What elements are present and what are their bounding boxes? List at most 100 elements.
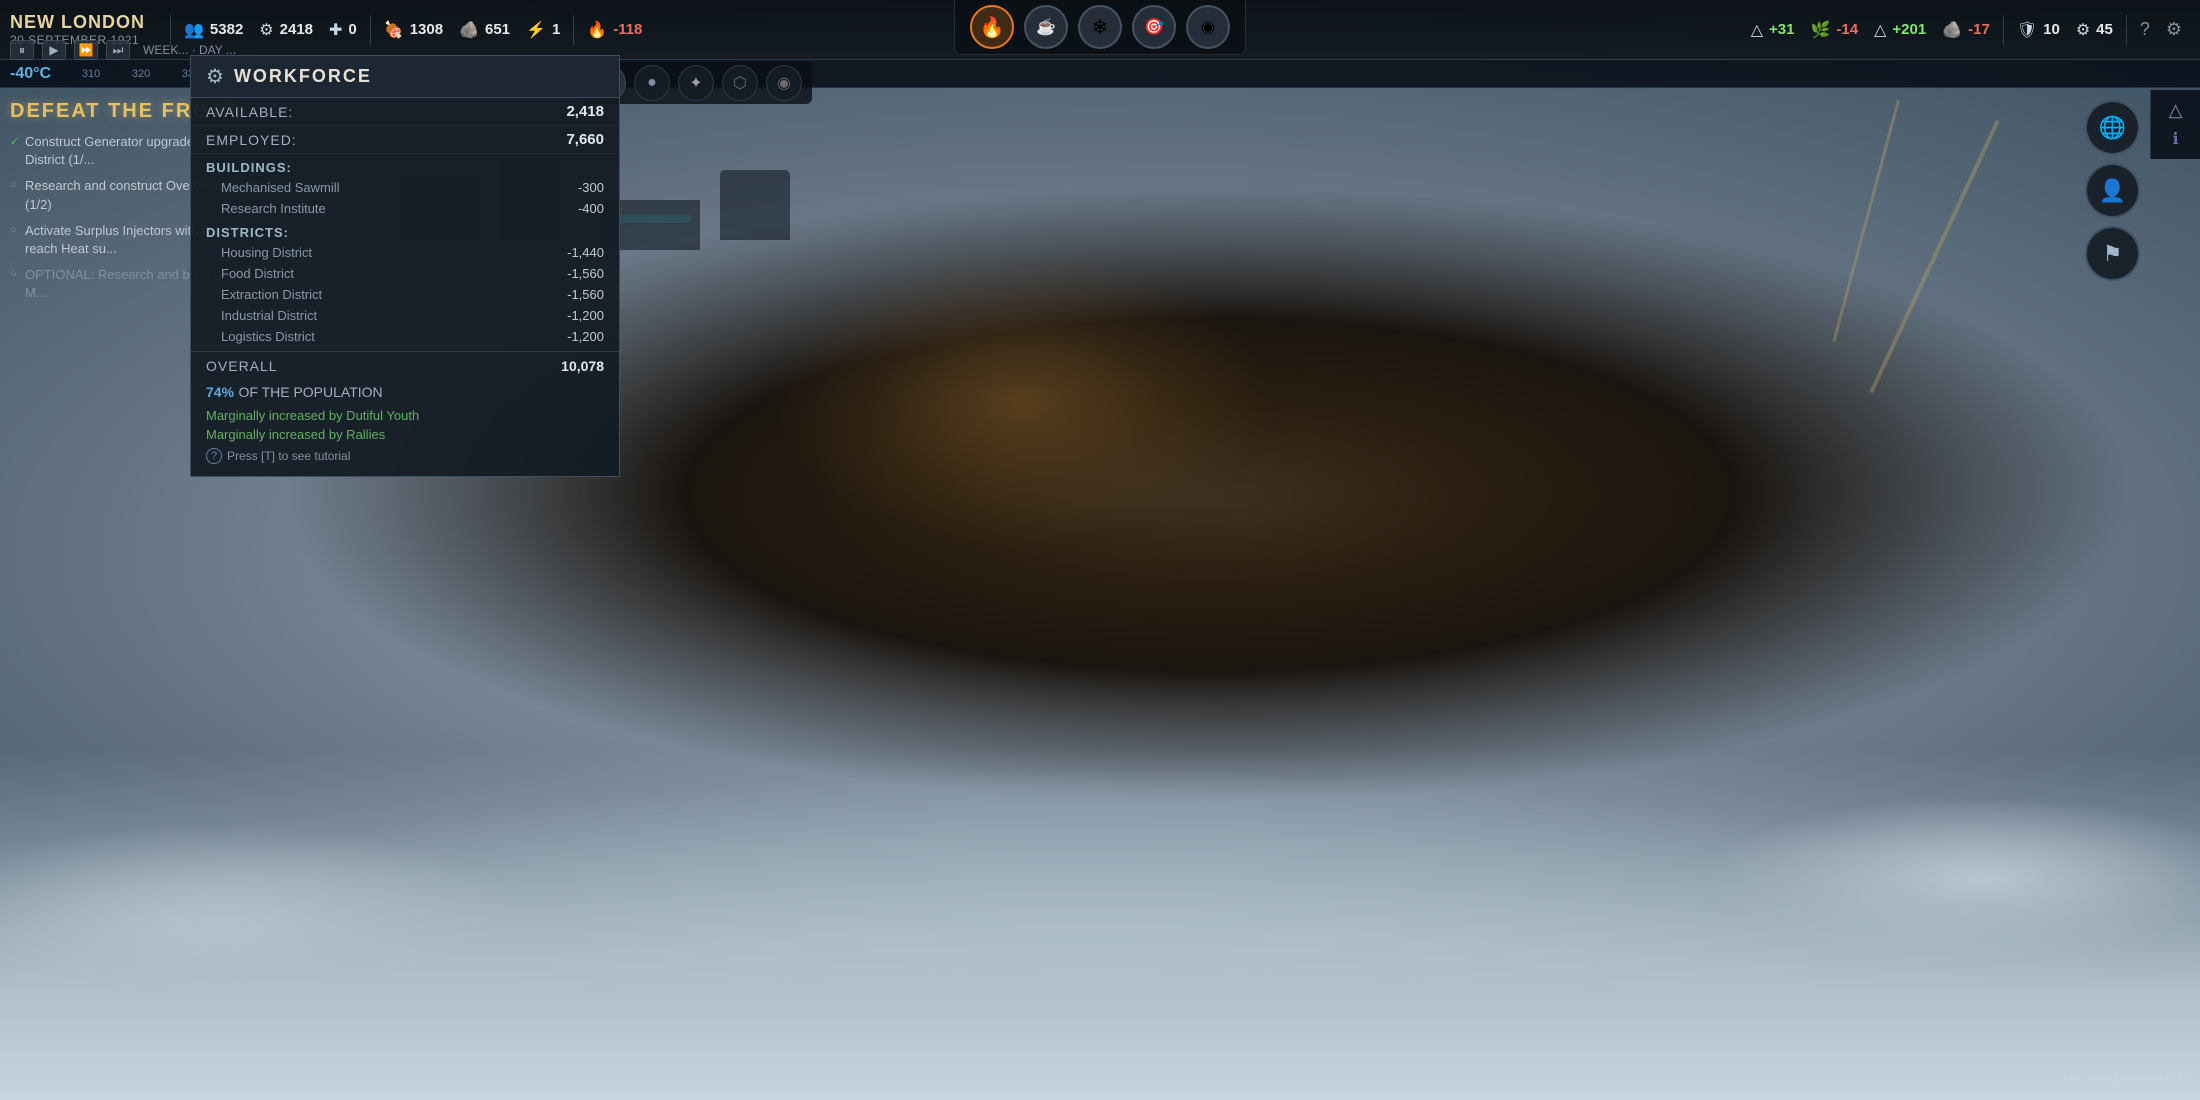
workforce-employed-row: EMPLOYED: 7,660 bbox=[191, 126, 619, 154]
sick-value: 0 bbox=[348, 21, 356, 38]
fast-forward-btn[interactable]: ⏩ bbox=[74, 40, 98, 60]
play-btn[interactable]: ▶ bbox=[42, 40, 66, 60]
pause-btn[interactable]: ⏸ bbox=[10, 40, 34, 60]
workforce-gear-icon: ⚙ bbox=[206, 64, 224, 89]
gear-section: ⚙ 45 bbox=[2076, 20, 2113, 40]
district-extraction-row: Extraction District -1,560 bbox=[191, 284, 619, 305]
question-icon: ? bbox=[2140, 19, 2150, 40]
hud-divider-4 bbox=[2003, 15, 2004, 45]
unknown-mode-btn[interactable]: ◉ bbox=[1186, 5, 1230, 49]
target-mode-btn[interactable]: 🎯 bbox=[1132, 5, 1176, 49]
district-housing-label: Housing District bbox=[221, 245, 312, 260]
food-icon: 🍖 bbox=[384, 20, 404, 40]
coffee-mode-btn[interactable]: ☕ bbox=[1024, 5, 1068, 49]
materials-section: 🪨 651 bbox=[459, 20, 510, 40]
tech-icon: ⚙ bbox=[2076, 20, 2090, 40]
view-btn-3[interactable]: ✦ bbox=[678, 65, 714, 101]
sick-icon: ✚ bbox=[329, 20, 342, 40]
question-btn[interactable]: ? bbox=[2140, 19, 2150, 40]
material-change-section: 🪨 -17 bbox=[1942, 20, 1990, 40]
workforce-panel: ⚙ WORKFORCE AVAILABLE: 2,418 EMPLOYED: 7… bbox=[190, 55, 620, 477]
steam-cores-section: ⚡ 1 bbox=[526, 20, 560, 40]
globe-btn[interactable]: 🌐 bbox=[2085, 100, 2140, 155]
city-name: NEW LONDON bbox=[10, 12, 145, 33]
building-sawmill-value: -300 bbox=[578, 180, 604, 195]
district-extraction-value: -1,560 bbox=[567, 287, 604, 302]
workforce-percent-text: OF THE POPULATION bbox=[238, 384, 382, 400]
workforce-percent: 74% bbox=[206, 384, 234, 400]
hud-divider-3 bbox=[573, 15, 574, 45]
faith-icon: △ bbox=[1751, 20, 1763, 40]
shield-icon: 🛡 bbox=[2017, 20, 2037, 40]
district-housing-value: -1,440 bbox=[567, 245, 604, 260]
food-change-value: -14 bbox=[1836, 21, 1858, 38]
modifier-dutiful-youth: Marginally increased by Dutiful Youth bbox=[191, 406, 619, 425]
workforce-percent-row: 74% OF THE POPULATION bbox=[191, 380, 619, 406]
right-buttons: 🌐 👤 ⚑ bbox=[2085, 100, 2140, 281]
materials-icon: 🪨 bbox=[459, 20, 479, 40]
gear-value: 45 bbox=[2096, 21, 2113, 38]
food-change-icon: 🌿 bbox=[1810, 20, 1830, 40]
food-change-section: 🌿 -14 bbox=[1810, 20, 1858, 40]
district-logistics-label: Logistics District bbox=[221, 329, 315, 344]
population-section: 👥 5382 bbox=[184, 20, 243, 40]
faith-change-section: △ +31 bbox=[1751, 20, 1795, 40]
district-housing-row: Housing District -1,440 bbox=[191, 242, 619, 263]
resource-change-icon: △ bbox=[1874, 20, 1886, 40]
person-right-btn[interactable]: 👤 bbox=[2085, 163, 2140, 218]
sick-section: ✚ 0 bbox=[329, 20, 357, 40]
snow-field bbox=[0, 750, 2200, 1100]
modifier-rallies: Marginally increased by Rallies bbox=[191, 425, 619, 444]
materials-value: 651 bbox=[485, 21, 510, 38]
shield-value: 10 bbox=[2043, 21, 2060, 38]
material-change-icon: 🪨 bbox=[1942, 20, 1962, 40]
view-btn-5[interactable]: ◉ bbox=[766, 65, 802, 101]
temp-tick-1: 310 bbox=[66, 68, 116, 80]
district-food-value: -1,560 bbox=[567, 266, 604, 281]
building-research-label: Research Institute bbox=[221, 201, 326, 216]
view-btn-4[interactable]: ⬡ bbox=[722, 65, 758, 101]
building-research-value: -400 bbox=[578, 201, 604, 216]
faith-change-value: +31 bbox=[1769, 21, 1794, 38]
settings-icon: ⚙ bbox=[2166, 19, 2182, 40]
population-value: 5382 bbox=[210, 21, 243, 38]
center-icon-row: 🔥 ☕ ❄ 🎯 ◉ bbox=[954, 0, 1246, 55]
shield-section: 🛡 10 bbox=[2017, 20, 2060, 40]
panel-info-btn[interactable]: ℹ bbox=[2172, 129, 2178, 149]
ultra-fast-btn[interactable]: ⏭ bbox=[106, 40, 130, 60]
center-hud: 🔥 ☕ ❄ 🎯 ◉ bbox=[954, 0, 1246, 55]
resource-change-value: +201 bbox=[1892, 21, 1926, 38]
snowflake-mode-btn[interactable]: ❄ bbox=[1078, 5, 1122, 49]
workers-section: ⚙ 2418 bbox=[259, 20, 313, 40]
fire-mode-btn[interactable]: 🔥 bbox=[970, 5, 1014, 49]
overall-label: OVERALL bbox=[206, 358, 278, 374]
material-change-value: -17 bbox=[1968, 21, 1990, 38]
population-icon: 👥 bbox=[184, 20, 204, 40]
panel-arrow-btn[interactable]: △ bbox=[2169, 100, 2183, 121]
hud-divider-2 bbox=[370, 15, 371, 45]
district-food-row: Food District -1,560 bbox=[191, 263, 619, 284]
heat-icon: 🔥 bbox=[587, 20, 607, 40]
food-value: 1308 bbox=[410, 21, 443, 38]
building-sawmill-row: Mechanised Sawmill -300 bbox=[191, 177, 619, 198]
settings-btn[interactable]: ⚙ bbox=[2166, 19, 2182, 40]
hud-divider-5 bbox=[2126, 15, 2127, 45]
heat-change-section: 🔥 -118 bbox=[587, 20, 642, 40]
building-research-row: Research Institute -400 bbox=[191, 198, 619, 219]
workforce-available-row: AVAILABLE: 2,418 bbox=[191, 98, 619, 126]
view-btn-2[interactable]: ● bbox=[634, 65, 670, 101]
heat-change-value: -118 bbox=[613, 21, 642, 38]
right-panel: △ ℹ bbox=[2150, 90, 2200, 159]
district-logistics-row: Logistics District -1,200 bbox=[191, 326, 619, 347]
workforce-title: WORKFORCE bbox=[234, 66, 372, 87]
workforce-header: ⚙ WORKFORCE bbox=[191, 56, 619, 98]
steam-core-icon: ⚡ bbox=[526, 20, 546, 40]
flag-btn[interactable]: ⚑ bbox=[2085, 226, 2140, 281]
resource-change-section: △ +201 bbox=[1874, 20, 1926, 40]
tutorial-icon: ? bbox=[206, 448, 222, 464]
available-label: AVAILABLE: bbox=[206, 104, 293, 120]
buildings-section-header: BUILDINGS: bbox=[191, 154, 619, 177]
building-sawmill-label: Mechanised Sawmill bbox=[221, 180, 340, 195]
district-logistics-value: -1,200 bbox=[567, 329, 604, 344]
overall-value: 10,078 bbox=[561, 358, 604, 374]
